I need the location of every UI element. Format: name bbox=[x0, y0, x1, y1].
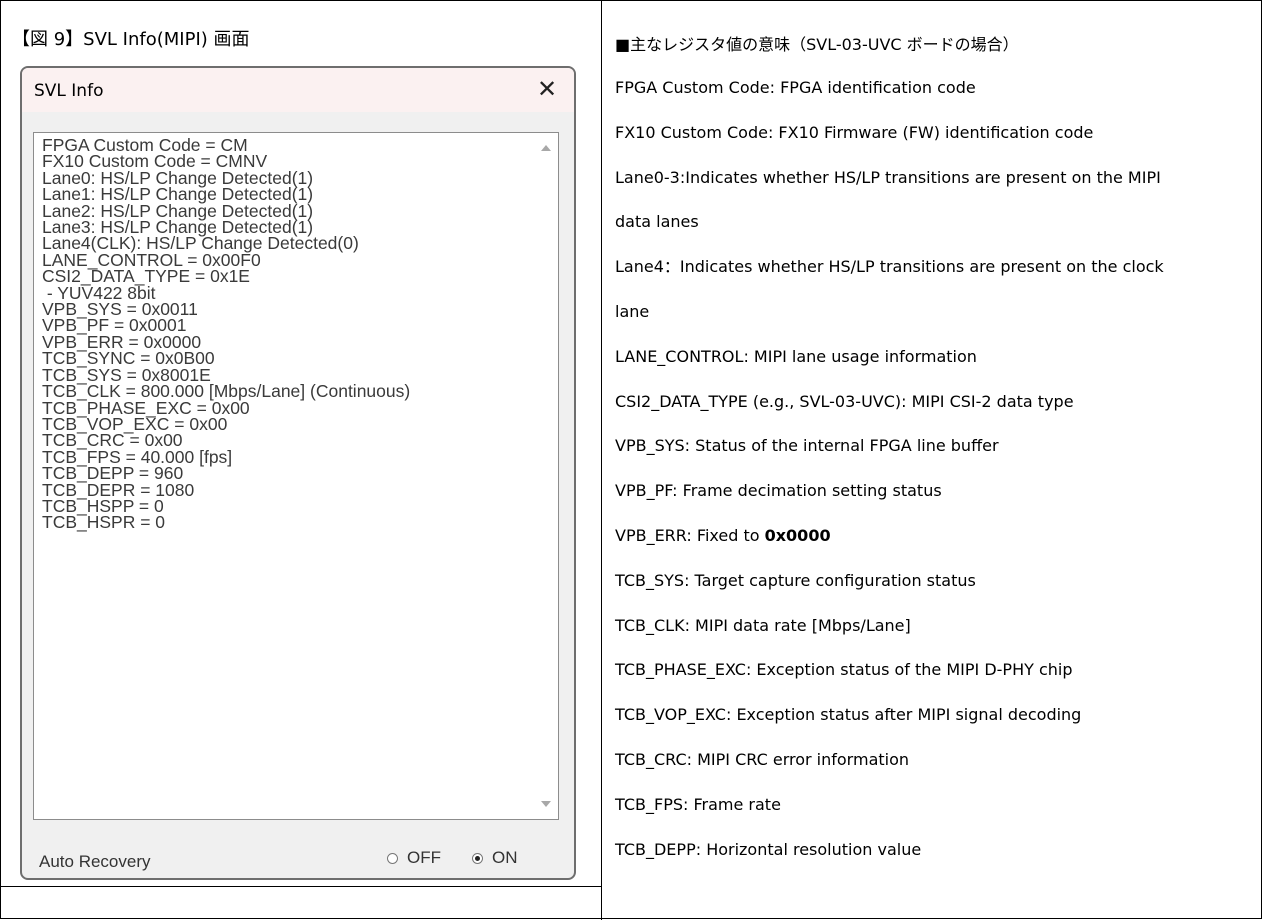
meaning-text: FPGA Custom Code: FPGA identification co… bbox=[615, 78, 976, 97]
register-meaning-line: lane bbox=[615, 302, 649, 322]
register-lines: FPGA Custom Code = CM FX10 Custom Code = … bbox=[42, 136, 410, 533]
register-meaning-line: TCB_SYS: Target capture configuration st… bbox=[615, 571, 976, 591]
meaning-text: TCB_CLK: MIPI data rate [Mbps/Lane] bbox=[615, 615, 911, 635]
register-meaning-line: VPB_SYS: Status of the internal FPGA lin… bbox=[615, 436, 999, 456]
register-meaning-line: VPB_PF: Frame decimation setting status bbox=[615, 481, 942, 501]
radio-on-circle[interactable] bbox=[472, 852, 483, 864]
meaning-text: VPB_ERR: Fixed to bbox=[615, 526, 765, 545]
dialog-title: SVL Info bbox=[34, 81, 104, 101]
meaning-text: TCB_FPS: Frame rate bbox=[615, 794, 781, 814]
auto-recovery-off-radio[interactable]: OFF bbox=[387, 848, 441, 868]
scroll-up-icon[interactable] bbox=[541, 145, 551, 151]
meaning-text: TCB_VOP_EXC: Exception status after MIPI… bbox=[615, 705, 1082, 725]
radio-off-circle[interactable] bbox=[387, 852, 398, 864]
register-meaning-line: TCB_FPS: Frame rate bbox=[615, 795, 781, 815]
register-info-listbox[interactable]: FPGA Custom Code = CM FX10 Custom Code = … bbox=[33, 132, 559, 820]
register-line: TCB_HSPR = 0 bbox=[42, 512, 166, 533]
meaning-text: VPB_PF: Frame decimation setting status bbox=[615, 481, 942, 501]
meaning-text: TCB_CRC: MIPI CRC error information bbox=[615, 750, 910, 769]
register-meaning-line: Lane0-3:Indicates whether HS/LP transiti… bbox=[615, 168, 1161, 188]
meaning-text: LANE_CONTROL: MIPI lane usage informatio… bbox=[615, 346, 977, 366]
cell-bottom-border bbox=[0, 886, 602, 887]
scroll-down-icon[interactable] bbox=[541, 801, 551, 807]
meaning-text: CSI2_DATA_TYPE (e.g., SVL-03-UVC): MIPI … bbox=[615, 391, 1074, 411]
register-meaning-heading: ■主なレジスタ値の意味（SVL-03-UVC ボードの場合） bbox=[615, 35, 1019, 54]
meaning-bold-value: 0x0000 bbox=[764, 526, 831, 545]
figure-title: 【図 9】SVL Info(MIPI) 画面 bbox=[12, 29, 250, 50]
vertical-scrollbar[interactable] bbox=[534, 133, 558, 819]
radio-off-label: OFF bbox=[407, 848, 441, 867]
auto-recovery-label: Auto Recovery bbox=[39, 852, 151, 871]
meaning-text: Lane0-3:Indicates whether HS/LP transiti… bbox=[615, 167, 1161, 187]
meaning-text: VPB_SYS: Status of the internal FPGA lin… bbox=[615, 436, 999, 456]
meaning-text: Lane4：Indicates whether HS/LP transition… bbox=[615, 257, 1164, 277]
register-meaning-line: CSI2_DATA_TYPE (e.g., SVL-03-UVC): MIPI … bbox=[615, 392, 1074, 412]
dialog-titlebar: SVL Info ✕ bbox=[22, 68, 574, 112]
register-meaning-line: TCB_CRC: MIPI CRC error information bbox=[615, 750, 909, 770]
register-meaning-line: TCB_CLK: MIPI data rate [Mbps/Lane] bbox=[615, 616, 911, 636]
meaning-text: TCB_SYS: Target capture configuration st… bbox=[615, 570, 976, 590]
register-meaning-line: TCB_PHASE_EXC: Exception status of the M… bbox=[615, 660, 1073, 680]
register-meaning-line: TCB_VOP_EXC: Exception status after MIPI… bbox=[615, 705, 1081, 725]
meaning-text: TCB_DEPP: Horizontal resolution value bbox=[615, 839, 922, 859]
close-icon[interactable]: ✕ bbox=[534, 76, 560, 102]
register-meaning-line: VPB_ERR: Fixed to 0x0000 bbox=[615, 526, 831, 546]
register-meaning-line: LANE_CONTROL: MIPI lane usage informatio… bbox=[615, 347, 977, 367]
radio-on-label: ON bbox=[492, 848, 518, 867]
meaning-text: FX10 Custom Code: FX10 Firmware (FW) ide… bbox=[615, 122, 1094, 142]
auto-recovery-on-radio[interactable]: ON bbox=[472, 848, 518, 868]
register-meaning-line: Lane4：Indicates whether HS/LP transition… bbox=[615, 257, 1164, 277]
register-meaning-line: FPGA Custom Code: FPGA identification co… bbox=[615, 78, 976, 98]
column-divider bbox=[601, 0, 602, 920]
register-meaning-line: FX10 Custom Code: FX10 Firmware (FW) ide… bbox=[615, 123, 1093, 143]
register-meaning-line: data lanes bbox=[615, 212, 699, 232]
svl-info-dialog: SVL Info ✕ FPGA Custom Code = CM FX10 Cus… bbox=[20, 66, 576, 880]
meaning-text: TCB_PHASE_EXC: Exception status of the M… bbox=[615, 660, 1073, 680]
register-meaning-line: TCB_DEPP: Horizontal resolution value bbox=[615, 840, 921, 860]
meaning-text: data lanes bbox=[615, 212, 699, 232]
meaning-text: lane bbox=[615, 302, 650, 321]
